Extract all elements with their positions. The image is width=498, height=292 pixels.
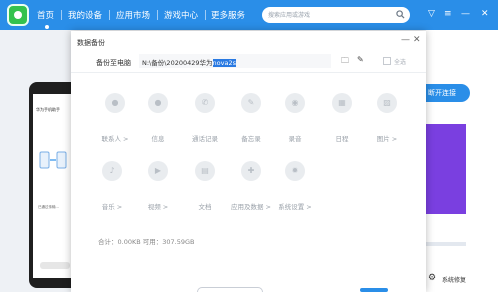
select-all-checkbox[interactable] bbox=[383, 57, 391, 65]
nav-divider bbox=[61, 10, 62, 20]
transfer-illustration-icon bbox=[39, 151, 67, 169]
system-repair-label[interactable]: 系统修复 bbox=[442, 275, 466, 284]
search-box[interactable]: 搜索应用或游戏 bbox=[262, 7, 410, 23]
backup-dialog: 数据备份 — ✕ 备份至电脑 N:\备份\20200429华为nova2s 🗀 … bbox=[71, 31, 426, 292]
apps-icon: ✚ bbox=[241, 161, 261, 181]
phone-screen-note: 已通过传输... bbox=[38, 205, 59, 209]
video-icon: ▶ bbox=[148, 161, 168, 181]
backup-path-label: 备份至电脑 bbox=[96, 59, 131, 67]
nav-active-indicator bbox=[45, 25, 49, 29]
promo-banner[interactable] bbox=[426, 124, 466, 214]
folder-icon[interactable]: 🗀 bbox=[341, 55, 349, 69]
backup-path-prefix: N:\备份\20200429华为 bbox=[142, 59, 213, 67]
recording-icon: ◉ bbox=[285, 93, 305, 113]
search-icon[interactable] bbox=[396, 10, 405, 19]
edit-icon[interactable]: ✎ bbox=[357, 55, 364, 64]
dialog-minimize-icon[interactable]: — bbox=[401, 35, 410, 45]
nav-my-device[interactable]: 我的设备 bbox=[68, 9, 102, 21]
category-system-settings[interactable]: ✹ 系统设置 > bbox=[267, 161, 323, 211]
dialog-title: 数据备份 bbox=[77, 39, 105, 47]
secondary-action-button[interactable] bbox=[197, 287, 263, 292]
primary-action-link[interactable] bbox=[360, 288, 388, 292]
nav-divider bbox=[205, 10, 206, 20]
settings-icon: ✹ bbox=[285, 161, 305, 181]
disconnect-button[interactable]: 断开连接 bbox=[426, 84, 470, 102]
nav-more-services[interactable]: 更多服务 bbox=[211, 9, 245, 21]
nav-home[interactable]: 首页 bbox=[37, 9, 54, 21]
category-label: 图片 > bbox=[376, 135, 398, 143]
messages-icon: ● bbox=[148, 93, 168, 113]
picture-icon: ▨ bbox=[377, 93, 397, 113]
phone-screen-title: 华为手机助手 bbox=[36, 107, 60, 112]
select-all-label[interactable]: 全选 bbox=[394, 57, 406, 66]
document-icon: ▤ bbox=[195, 161, 215, 181]
music-icon: ♪ bbox=[102, 161, 122, 181]
backup-path-selection: nova2s bbox=[212, 59, 236, 67]
close-icon[interactable]: ✕ bbox=[481, 9, 489, 19]
category-label: 系统设置 > bbox=[278, 203, 312, 211]
search-placeholder: 搜索应用或游戏 bbox=[268, 12, 311, 19]
system-repair-icon[interactable]: ⚙ bbox=[428, 273, 436, 283]
nav-divider bbox=[157, 10, 158, 20]
calendar-icon: ▦ bbox=[332, 93, 352, 113]
minimize-icon[interactable]: — bbox=[461, 9, 470, 19]
backup-path-input[interactable]: N:\备份\20200429华为nova2s bbox=[139, 54, 331, 68]
backup-path-text: N:\备份\20200429华为nova2s bbox=[142, 57, 236, 67]
backup-path-row: 备份至电脑 N:\备份\20200429华为nova2s 🗀 ✎ 全选 bbox=[71, 51, 426, 73]
nav-divider bbox=[109, 10, 110, 20]
app-logo bbox=[7, 4, 29, 26]
nav-game-center[interactable]: 游戏中心 bbox=[164, 9, 198, 21]
dropdown-icon[interactable]: ▽ bbox=[428, 9, 435, 19]
menu-icon[interactable]: ≡ bbox=[444, 9, 452, 19]
memo-icon: ✎ bbox=[241, 93, 261, 113]
phone-screen-button bbox=[40, 262, 70, 269]
storage-usage-text: 合计：0.00KB 可用：307.59GB bbox=[98, 238, 195, 246]
promo-strip bbox=[426, 242, 466, 246]
top-bar: 首页 我的设备 应用市场 游戏中心 更多服务 搜索应用或游戏 ▽ ≡ — ✕ bbox=[0, 0, 498, 30]
phone-icon: ✆ bbox=[195, 93, 215, 113]
category-pictures[interactable]: ▨ 图片 > bbox=[359, 93, 415, 143]
nav-app-market[interactable]: 应用市场 bbox=[116, 9, 150, 21]
dialog-close-icon[interactable]: ✕ bbox=[413, 35, 421, 45]
contacts-icon: ● bbox=[105, 93, 125, 113]
